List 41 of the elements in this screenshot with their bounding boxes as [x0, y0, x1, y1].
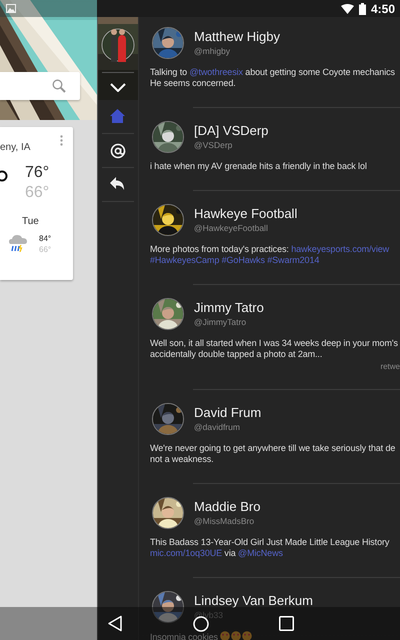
- reply-icon: [110, 176, 126, 192]
- user-name: David Frum: [194, 405, 262, 421]
- rain-cloud-icon: [8, 233, 28, 252]
- back-button[interactable]: [107, 615, 123, 632]
- tweet-text: We're never going to get anywhere till we take seriously that de not a weakness.: [150, 443, 396, 465]
- high-temperature: 76°: [25, 163, 50, 183]
- user-handle: @MissMadsBro: [194, 515, 256, 527]
- low-temperature: 66°: [39, 244, 52, 255]
- user-name: Hawkeye Football: [194, 206, 298, 222]
- link[interactable]: #HawkeyesCamp #GoHawks #Swarm2014: [150, 255, 320, 265]
- user-handle: @JimmyTatro: [194, 316, 248, 328]
- forecast-day: Tue: [22, 216, 73, 227]
- link[interactable]: @twothreesix: [189, 67, 243, 77]
- user-name: [DA] VSDerp: [194, 123, 268, 139]
- user-name: Maddie Bro: [194, 499, 260, 515]
- user-handle: @davidfrum: [194, 421, 241, 433]
- clock-time: 4:50: [370, 2, 395, 16]
- high-temperature: 84°: [39, 233, 52, 244]
- user-name: Jimmy Tatro: [194, 300, 264, 316]
- user-handle: @HawkeyeFootball: [194, 222, 269, 234]
- link[interactable]: hawkeyesports.com/view: [291, 244, 390, 254]
- location-text: eny, IA: [0, 142, 32, 153]
- link[interactable]: @MicNews: [238, 548, 283, 558]
- wifi-icon: [340, 4, 354, 14]
- at-sign-icon: [110, 142, 126, 158]
- recents-button[interactable]: [279, 616, 294, 631]
- tweet-text: This Badass 13-Year-Old Girl Just Made Little League History mic.com/1oq30UE via @MicNews: [150, 537, 390, 559]
- tweet-text: More photos from today's practices: hawkeyesports.com/view #HawkeyesCamp #GoHawks #Swarm2014: [150, 244, 390, 266]
- tweet-text: i hate when my AV grenade hits a friendly in the back lol: [150, 161, 368, 172]
- chevron-icon: [110, 82, 126, 92]
- retweet-label: retwe: [379, 362, 400, 371]
- battery-icon: [358, 2, 366, 14]
- user-name: Matthew Higby: [194, 29, 280, 45]
- home-icon: [110, 108, 126, 124]
- low-temperature: 66°: [25, 183, 50, 203]
- user-handle: @VSDerp: [194, 139, 234, 151]
- link[interactable]: mic.com/1oq30UE: [150, 548, 222, 558]
- user-name: Lindsey Van Berkum: [194, 593, 313, 609]
- tweet-text: Talking to @twothreesix about getting some Coyote mechanics He seems concerned.: [150, 67, 396, 89]
- tweet-text: Well son, it all started when I was 34 weeks deep in your mom's accidentally double tapped a photo at 2am...: [150, 338, 399, 360]
- user-handle: @mhigby: [194, 45, 232, 57]
